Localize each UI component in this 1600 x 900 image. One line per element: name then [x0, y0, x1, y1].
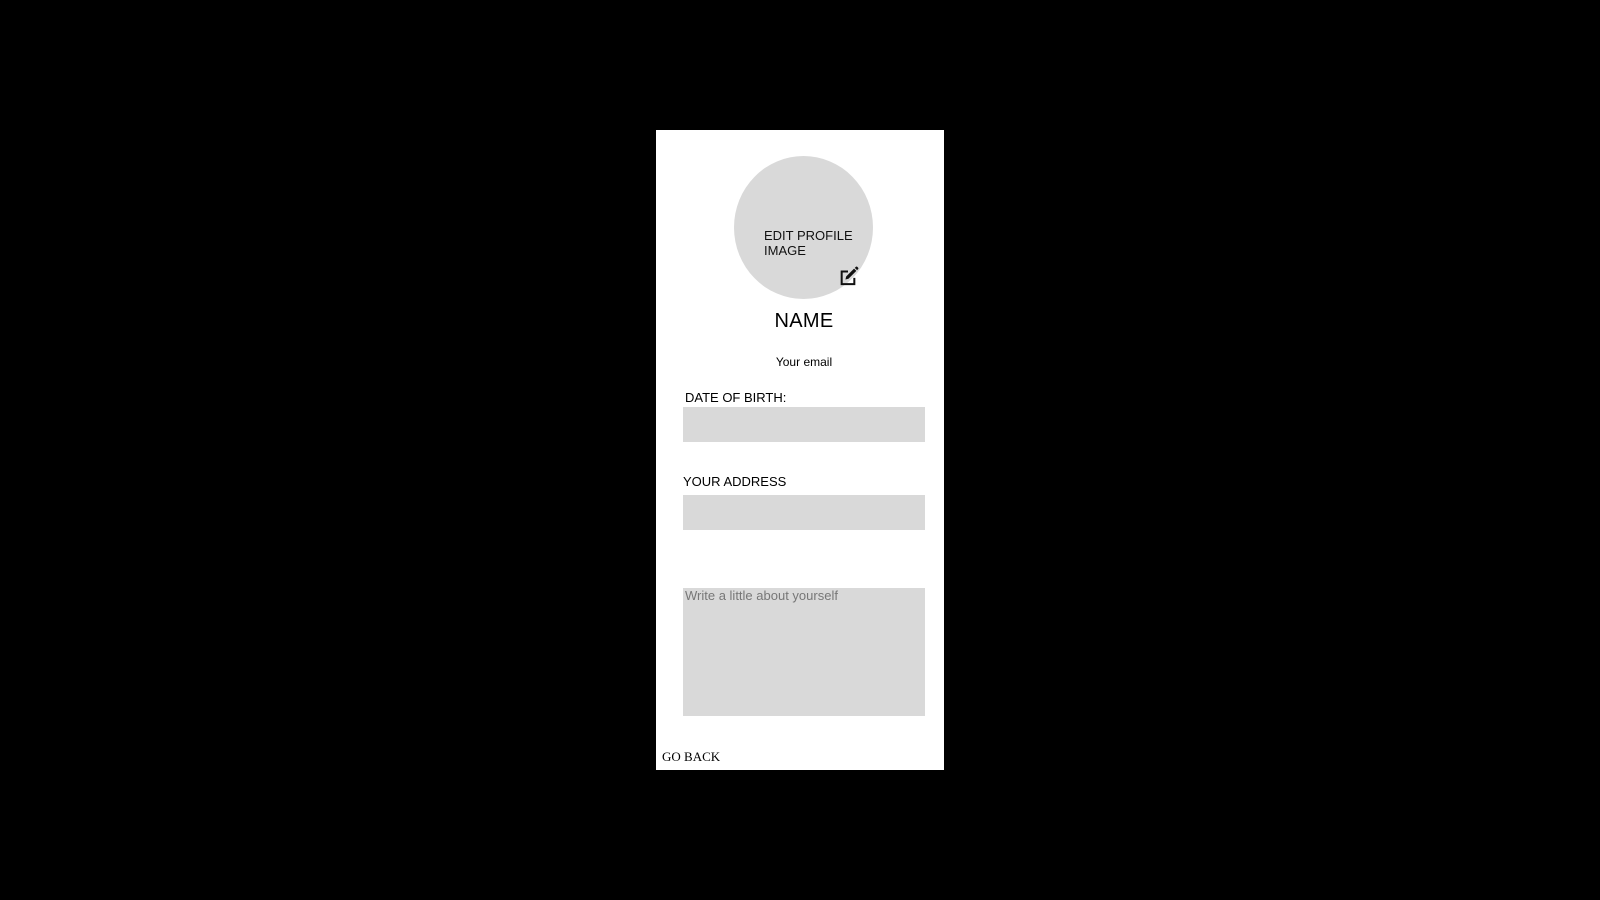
edit-profile-image-label: EDIT PROFILE IMAGE: [764, 228, 853, 258]
address-label: YOUR ADDRESS: [683, 474, 787, 489]
about-textarea[interactable]: [683, 588, 925, 716]
profile-panel: EDIT PROFILE IMAGE NAME Your email DATE …: [656, 130, 944, 770]
address-input[interactable]: [683, 495, 925, 530]
profile-email: Your email: [775, 355, 833, 369]
go-back-link[interactable]: GO BACK: [662, 749, 720, 765]
date-of-birth-label: DATE OF BIRTH:: [685, 390, 787, 405]
date-of-birth-input[interactable]: [683, 407, 925, 442]
profile-name: NAME: [774, 310, 834, 332]
edit-icon[interactable]: [837, 265, 859, 287]
profile-image[interactable]: EDIT PROFILE IMAGE: [734, 156, 873, 299]
